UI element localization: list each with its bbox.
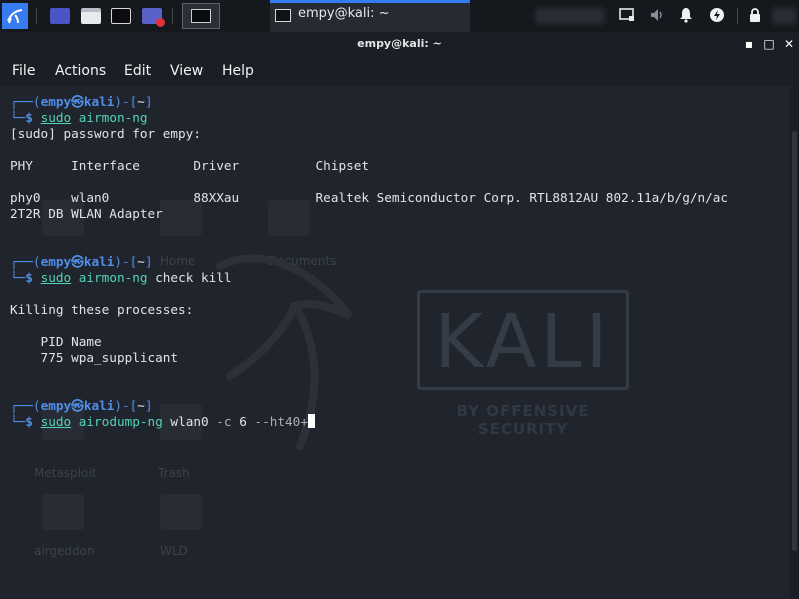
terminal-window: empy@kali: ~ ▪ □ ✕ File Actions Edit Vie… — [0, 32, 799, 599]
menu-help[interactable]: Help — [222, 63, 254, 79]
kali-menu-button[interactable] — [2, 3, 28, 29]
kali-logo-text: KALI — [434, 299, 612, 385]
menu-bar: File Actions Edit View Help — [0, 58, 799, 86]
desktop-icon-label: Metasploit — [34, 466, 97, 480]
terminal-area[interactable]: Metasploit Trash airgeddon WLD Documents… — [0, 86, 790, 599]
power-manager-icon[interactable] — [708, 7, 726, 25]
desktop-icon-ghost — [42, 494, 84, 530]
terminal-launcher-button[interactable] — [109, 4, 133, 28]
menu-view[interactable]: View — [170, 63, 203, 79]
text-cursor — [307, 414, 315, 428]
show-desktop-button[interactable] — [48, 4, 72, 28]
prompt-line-top: ┌──(empy㉿kali)-[~] — [10, 254, 153, 269]
command-line-current[interactable]: └─$ sudo airodump-ng wlan0 -c 6 --ht40+ — [10, 414, 315, 430]
output-line: 2T2R DB WLAN Adapter — [10, 206, 163, 221]
lock-screen-icon[interactable] — [746, 7, 764, 25]
terminal-scrollbar[interactable] — [790, 86, 799, 599]
taskbar-terminal-window[interactable]: empy@kali: ~ — [270, 0, 470, 32]
output-line: phy0 wlan0 88XXau Realtek Semiconductor … — [10, 190, 729, 205]
panel-separator — [172, 8, 173, 24]
desktop-icon-label: Trash — [158, 466, 190, 480]
panel-separator — [36, 8, 37, 24]
menu-file[interactable]: File — [12, 63, 35, 79]
blurred-area — [772, 8, 796, 24]
volume-icon[interactable] — [648, 7, 666, 25]
close-button[interactable]: ✕ — [782, 37, 796, 51]
desktop-icon-label: airgeddon — [34, 544, 95, 558]
output-line: PHY Interface Driver Chipset — [10, 158, 370, 173]
kali-logo-subtitle: BY OFFENSIVE SECURITY — [456, 402, 590, 438]
panel-separator — [737, 8, 738, 24]
top-panel: empy@kali: ~ — [0, 0, 799, 32]
folder-icon — [81, 8, 101, 24]
menu-actions[interactable]: Actions — [55, 63, 106, 79]
workspace-preview-icon — [191, 9, 211, 23]
scrollbar-thumb[interactable] — [792, 131, 797, 551]
desktop-icon — [50, 8, 70, 24]
active-task-indicator — [270, 0, 470, 3]
prompt-line-top: ┌──(empy㉿kali)-[~] — [10, 94, 153, 109]
file-manager-button[interactable] — [79, 4, 103, 28]
menu-edit[interactable]: Edit — [124, 63, 151, 79]
output-line: Killing these processes: — [10, 302, 194, 317]
notifications-bell-icon[interactable] — [677, 7, 695, 25]
taskbar-window-title: empy@kali: ~ — [298, 6, 390, 21]
kali-logo-watermark: KALI — [417, 290, 629, 390]
desktop-icon-ghost — [160, 494, 202, 530]
desktop-icon-label: Home — [160, 254, 196, 268]
desktop-icon-label: WLD — [160, 544, 188, 558]
command-line: └─$ sudo airmon-ng — [10, 110, 148, 125]
command-line: └─$ sudo airmon-ng check kill — [10, 270, 232, 285]
screen-recorder-button[interactable] — [140, 4, 165, 28]
workspace-1-button[interactable] — [182, 3, 220, 29]
maximize-button[interactable]: □ — [762, 37, 776, 51]
minimize-button[interactable]: ▪ — [742, 37, 756, 51]
blurred-area — [535, 8, 605, 24]
kali-dragon-icon — [7, 9, 23, 24]
record-icon — [142, 8, 165, 27]
terminal-icon — [111, 8, 131, 24]
output-line: 775 wpa_supplicant — [10, 350, 179, 365]
window-title: empy@kali: ~ — [357, 37, 442, 50]
output-line: PID Name — [10, 334, 102, 349]
prompt-line-top: ┌──(empy㉿kali)-[~] — [10, 398, 153, 413]
screen-cast-icon[interactable] — [618, 7, 636, 25]
window-titlebar[interactable]: empy@kali: ~ ▪ □ ✕ — [0, 32, 799, 58]
terminal-icon — [275, 9, 291, 22]
output-line: [sudo] password for empy: — [10, 126, 201, 141]
